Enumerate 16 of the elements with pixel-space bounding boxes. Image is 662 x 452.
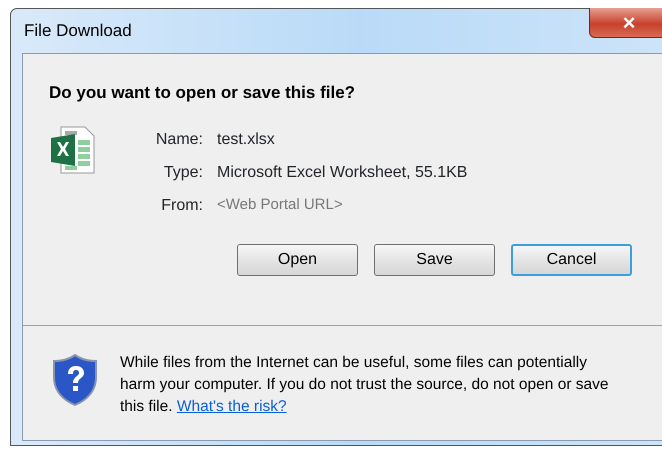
- field-label: From:: [160, 196, 203, 216]
- spreadsheet-file-icon: [49, 126, 95, 174]
- field-value: Microsoft Excel Worksheet, 55.1KB: [217, 162, 468, 182]
- dialog-button[interactable]: Open: [237, 244, 358, 276]
- close-button[interactable]: ×: [589, 8, 662, 38]
- dialog-button[interactable]: Save: [374, 244, 495, 276]
- warning-text: While files from the Internet can be useful, some files can potentially harm your computer. If you do not trust the source, do not open or save this file. What's the risk?: [120, 353, 610, 417]
- window-title: File Download: [24, 20, 132, 42]
- field-value: <Web Portal URL>: [217, 194, 344, 214]
- risk-link[interactable]: What's the risk?: [176, 398, 287, 415]
- field-label: Type:: [162, 162, 203, 182]
- field-value: test.xlsx: [217, 130, 276, 150]
- field-label: Name:: [154, 130, 203, 150]
- dialog-button[interactable]: Cancel: [511, 244, 632, 276]
- security-shield-icon: [52, 354, 98, 406]
- dialog-heading: Do you want to open or save this file?: [49, 82, 356, 104]
